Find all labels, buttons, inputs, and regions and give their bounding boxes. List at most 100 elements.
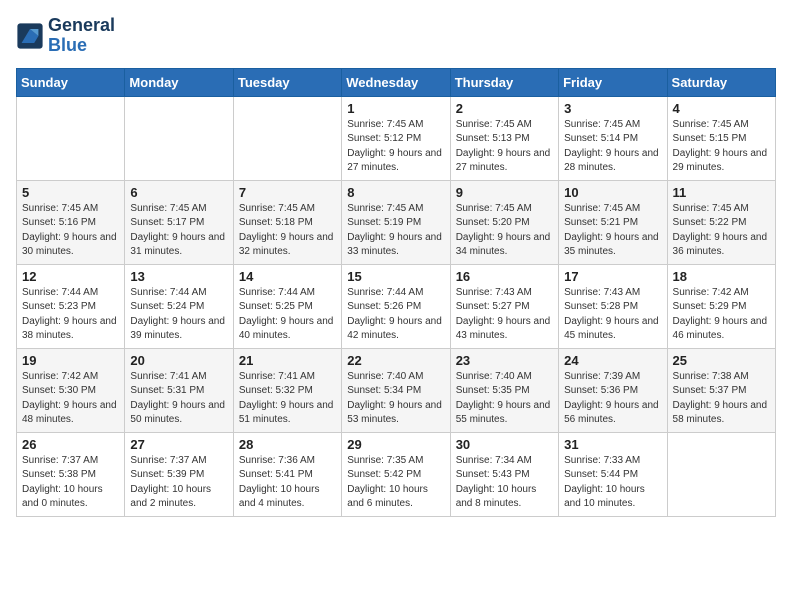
calendar-week-row: 5Sunrise: 7:45 AM Sunset: 5:16 PM Daylig… bbox=[17, 180, 776, 264]
calendar-cell: 15 Sunrise: 7:44 AM Sunset: 5:26 PM Dayli… bbox=[342, 264, 450, 348]
weekday-header-wednesday: Wednesday bbox=[342, 68, 450, 96]
day-number: 14 bbox=[239, 269, 336, 284]
day-number: 26 bbox=[22, 437, 119, 452]
weekday-header-tuesday: Tuesday bbox=[233, 68, 341, 96]
calendar-cell bbox=[125, 96, 233, 180]
weekday-header-sunday: Sunday bbox=[17, 68, 125, 96]
calendar-cell: 23 Sunrise: 7:40 AM Sunset: 5:35 PM Dayli… bbox=[450, 348, 558, 432]
day-info: Sunrise: 7:38 AM Sunset: 5:37 PM Dayligh… bbox=[673, 370, 770, 428]
calendar-cell: 1 Sunrise: 7:45 AM Sunset: 5:12 PM Daylig… bbox=[342, 96, 450, 180]
day-number: 4 bbox=[673, 101, 770, 116]
day-number: 28 bbox=[239, 437, 336, 452]
day-number: 13 bbox=[130, 269, 227, 284]
weekday-header-thursday: Thursday bbox=[450, 68, 558, 96]
day-number: 30 bbox=[456, 437, 553, 452]
day-info: Sunrise: 7:41 AM Sunset: 5:31 PM Dayligh… bbox=[130, 370, 227, 428]
calendar-cell: 31 Sunrise: 7:33 AM Sunset: 5:44 PM Dayli… bbox=[559, 432, 667, 516]
day-number: 12 bbox=[22, 269, 119, 284]
calendar-cell: 9 Sunrise: 7:45 AM Sunset: 5:20 PM Daylig… bbox=[450, 180, 558, 264]
day-info: Sunrise: 7:37 AM Sunset: 5:38 PM Dayligh… bbox=[22, 454, 119, 512]
day-info: Sunrise: 7:42 AM Sunset: 5:30 PM Dayligh… bbox=[22, 370, 119, 428]
day-info: Sunrise: 7:45 AM Sunset: 5:14 PM Dayligh… bbox=[564, 118, 661, 176]
calendar-table: SundayMondayTuesdayWednesdayThursdayFrid… bbox=[16, 68, 776, 517]
logo-icon bbox=[16, 22, 44, 50]
day-number: 8 bbox=[347, 185, 444, 200]
calendar-week-row: 19Sunrise: 7:42 AM Sunset: 5:30 PM Dayli… bbox=[17, 348, 776, 432]
day-info: Sunrise: 7:40 AM Sunset: 5:34 PM Dayligh… bbox=[347, 370, 444, 428]
calendar-cell: 7 Sunrise: 7:45 AM Sunset: 5:18 PM Daylig… bbox=[233, 180, 341, 264]
day-info: Sunrise: 7:45 AM Sunset: 5:17 PM Dayligh… bbox=[130, 202, 227, 260]
calendar-cell: 5Sunrise: 7:45 AM Sunset: 5:16 PM Daylig… bbox=[17, 180, 125, 264]
day-number: 9 bbox=[456, 185, 553, 200]
calendar-week-row: 26 Sunrise: 7:37 AM Sunset: 5:38 PM Dayli… bbox=[17, 432, 776, 516]
calendar-cell: 8 Sunrise: 7:45 AM Sunset: 5:19 PM Daylig… bbox=[342, 180, 450, 264]
day-number: 2 bbox=[456, 101, 553, 116]
calendar-week-row: 12Sunrise: 7:44 AM Sunset: 5:23 PM Dayli… bbox=[17, 264, 776, 348]
day-number: 1 bbox=[347, 101, 444, 116]
weekday-header-friday: Friday bbox=[559, 68, 667, 96]
calendar-cell: 4Sunrise: 7:45 AM Sunset: 5:15 PM Daylig… bbox=[667, 96, 775, 180]
day-number: 21 bbox=[239, 353, 336, 368]
day-number: 7 bbox=[239, 185, 336, 200]
day-info: Sunrise: 7:40 AM Sunset: 5:35 PM Dayligh… bbox=[456, 370, 553, 428]
page-container: General Blue SundayMondayTuesdayWednesda… bbox=[0, 0, 792, 533]
calendar-cell bbox=[17, 96, 125, 180]
day-info: Sunrise: 7:45 AM Sunset: 5:12 PM Dayligh… bbox=[347, 118, 444, 176]
day-number: 10 bbox=[564, 185, 661, 200]
day-info: Sunrise: 7:37 AM Sunset: 5:39 PM Dayligh… bbox=[130, 454, 227, 512]
calendar-cell: 11 Sunrise: 7:45 AM Sunset: 5:22 PM Dayli… bbox=[667, 180, 775, 264]
day-number: 22 bbox=[347, 353, 444, 368]
day-info: Sunrise: 7:45 AM Sunset: 5:18 PM Dayligh… bbox=[239, 202, 336, 260]
calendar-cell: 27 Sunrise: 7:37 AM Sunset: 5:39 PM Dayli… bbox=[125, 432, 233, 516]
calendar-cell bbox=[233, 96, 341, 180]
day-info: Sunrise: 7:45 AM Sunset: 5:21 PM Dayligh… bbox=[564, 202, 661, 260]
calendar-cell: 12Sunrise: 7:44 AM Sunset: 5:23 PM Dayli… bbox=[17, 264, 125, 348]
calendar-cell: 21Sunrise: 7:41 AM Sunset: 5:32 PM Dayli… bbox=[233, 348, 341, 432]
day-number: 15 bbox=[347, 269, 444, 284]
day-number: 27 bbox=[130, 437, 227, 452]
day-info: Sunrise: 7:45 AM Sunset: 5:22 PM Dayligh… bbox=[673, 202, 770, 260]
day-info: Sunrise: 7:34 AM Sunset: 5:43 PM Dayligh… bbox=[456, 454, 553, 512]
calendar-cell: 2 Sunrise: 7:45 AM Sunset: 5:13 PM Daylig… bbox=[450, 96, 558, 180]
day-info: Sunrise: 7:44 AM Sunset: 5:25 PM Dayligh… bbox=[239, 286, 336, 344]
day-number: 29 bbox=[347, 437, 444, 452]
day-info: Sunrise: 7:39 AM Sunset: 5:36 PM Dayligh… bbox=[564, 370, 661, 428]
calendar-cell: 18Sunrise: 7:42 AM Sunset: 5:29 PM Dayli… bbox=[667, 264, 775, 348]
calendar-cell: 25 Sunrise: 7:38 AM Sunset: 5:37 PM Dayli… bbox=[667, 348, 775, 432]
day-info: Sunrise: 7:45 AM Sunset: 5:19 PM Dayligh… bbox=[347, 202, 444, 260]
calendar-cell: 16Sunrise: 7:43 AM Sunset: 5:27 PM Dayli… bbox=[450, 264, 558, 348]
day-number: 16 bbox=[456, 269, 553, 284]
calendar-cell: 13 Sunrise: 7:44 AM Sunset: 5:24 PM Dayli… bbox=[125, 264, 233, 348]
calendar-cell: 22 Sunrise: 7:40 AM Sunset: 5:34 PM Dayli… bbox=[342, 348, 450, 432]
calendar-cell: 6 Sunrise: 7:45 AM Sunset: 5:17 PM Daylig… bbox=[125, 180, 233, 264]
day-number: 25 bbox=[673, 353, 770, 368]
weekday-header-monday: Monday bbox=[125, 68, 233, 96]
day-number: 23 bbox=[456, 353, 553, 368]
calendar-cell bbox=[667, 432, 775, 516]
day-number: 6 bbox=[130, 185, 227, 200]
day-number: 31 bbox=[564, 437, 661, 452]
day-info: Sunrise: 7:44 AM Sunset: 5:24 PM Dayligh… bbox=[130, 286, 227, 344]
day-info: Sunrise: 7:36 AM Sunset: 5:41 PM Dayligh… bbox=[239, 454, 336, 512]
calendar-week-row: 1 Sunrise: 7:45 AM Sunset: 5:12 PM Daylig… bbox=[17, 96, 776, 180]
page-header: General Blue bbox=[16, 16, 776, 56]
day-info: Sunrise: 7:44 AM Sunset: 5:26 PM Dayligh… bbox=[347, 286, 444, 344]
day-info: Sunrise: 7:45 AM Sunset: 5:16 PM Dayligh… bbox=[22, 202, 119, 260]
calendar-cell: 30 Sunrise: 7:34 AM Sunset: 5:43 PM Dayli… bbox=[450, 432, 558, 516]
weekday-header-saturday: Saturday bbox=[667, 68, 775, 96]
day-info: Sunrise: 7:45 AM Sunset: 5:13 PM Dayligh… bbox=[456, 118, 553, 176]
day-info: Sunrise: 7:45 AM Sunset: 5:20 PM Dayligh… bbox=[456, 202, 553, 260]
weekday-header-row: SundayMondayTuesdayWednesdayThursdayFrid… bbox=[17, 68, 776, 96]
day-number: 3 bbox=[564, 101, 661, 116]
calendar-cell: 3 Sunrise: 7:45 AM Sunset: 5:14 PM Daylig… bbox=[559, 96, 667, 180]
day-info: Sunrise: 7:42 AM Sunset: 5:29 PM Dayligh… bbox=[673, 286, 770, 344]
logo: General Blue bbox=[16, 16, 115, 56]
day-number: 24 bbox=[564, 353, 661, 368]
calendar-cell: 10 Sunrise: 7:45 AM Sunset: 5:21 PM Dayli… bbox=[559, 180, 667, 264]
day-number: 11 bbox=[673, 185, 770, 200]
day-info: Sunrise: 7:35 AM Sunset: 5:42 PM Dayligh… bbox=[347, 454, 444, 512]
calendar-cell: 26 Sunrise: 7:37 AM Sunset: 5:38 PM Dayli… bbox=[17, 432, 125, 516]
logo-text: General Blue bbox=[48, 16, 115, 56]
calendar-cell: 24 Sunrise: 7:39 AM Sunset: 5:36 PM Dayli… bbox=[559, 348, 667, 432]
day-info: Sunrise: 7:33 AM Sunset: 5:44 PM Dayligh… bbox=[564, 454, 661, 512]
